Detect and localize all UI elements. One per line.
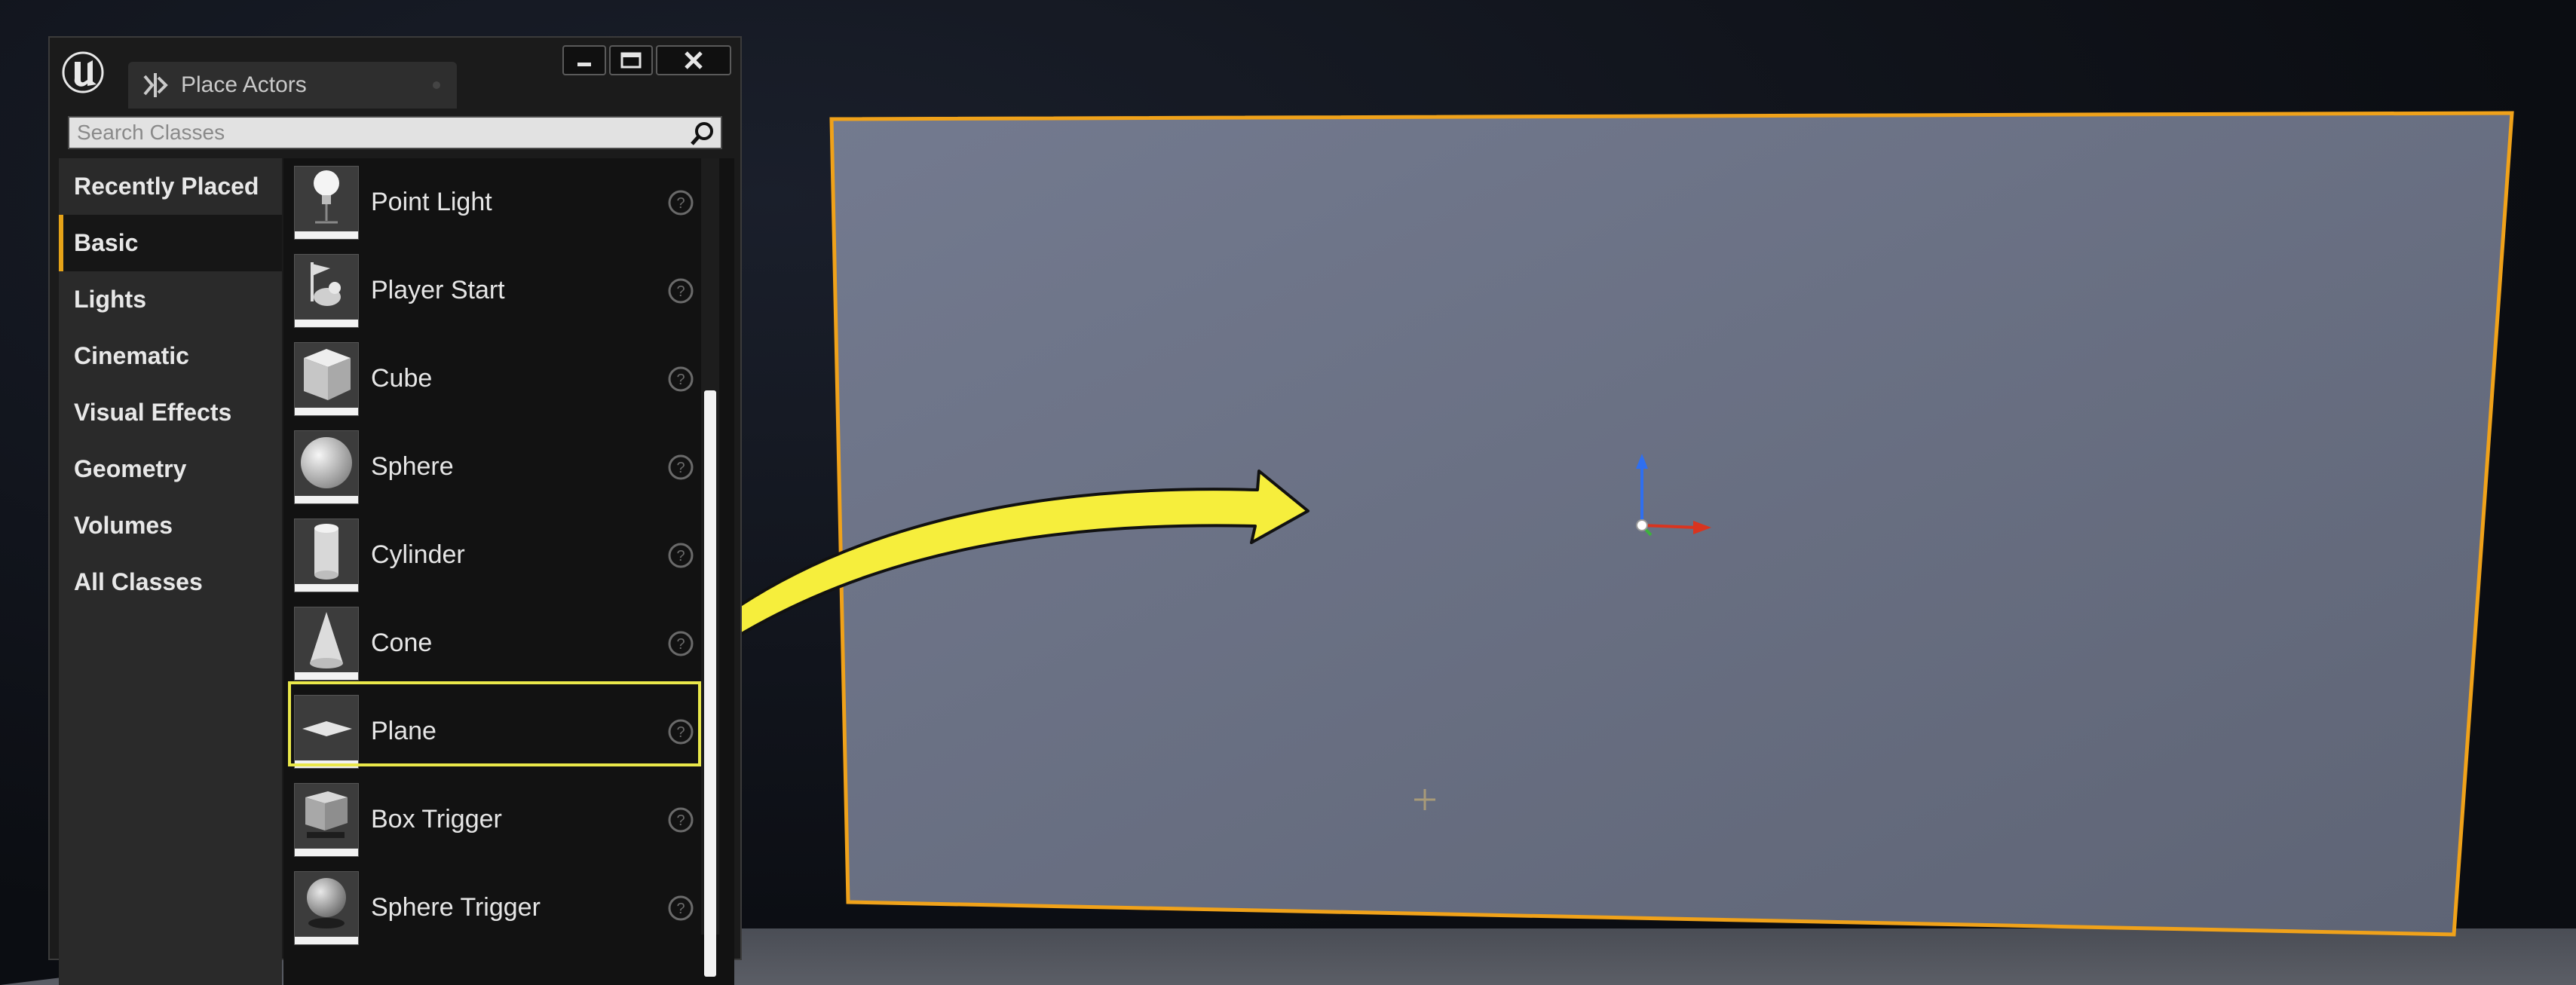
category-cinematic[interactable]: Cinematic <box>59 328 282 384</box>
category-geometry[interactable]: Geometry <box>59 441 282 497</box>
close-icon <box>685 51 703 69</box>
svg-text:?: ? <box>676 283 685 300</box>
maximize-button[interactable] <box>609 45 653 75</box>
actor-item-sphere[interactable]: Sphere ? <box>294 423 704 511</box>
help-icon[interactable]: ? <box>666 717 695 746</box>
actor-item-player-start[interactable]: Player Start ? <box>294 246 704 335</box>
sphere-trigger-icon <box>294 870 359 945</box>
category-label: Volumes <box>74 512 173 539</box>
help-icon[interactable]: ? <box>666 277 695 305</box>
minimize-icon <box>577 63 591 66</box>
cube-icon <box>294 341 359 416</box>
svg-text:?: ? <box>676 548 685 564</box>
actor-item-cylinder[interactable]: Cylinder ? <box>294 511 704 599</box>
close-button[interactable] <box>656 45 731 75</box>
tab-label: Place Actors <box>181 72 307 97</box>
cone-icon <box>294 606 359 681</box>
tab-place-actors[interactable]: Place Actors <box>128 62 457 109</box>
category-label: Basic <box>74 229 139 256</box>
box-trigger-icon <box>294 782 359 857</box>
category-visual-effects[interactable]: Visual Effects <box>59 384 282 441</box>
actor-label: Plane <box>371 717 436 745</box>
category-basic[interactable]: Basic <box>59 215 282 271</box>
svg-text:?: ? <box>676 636 685 653</box>
actor-label: Sphere Trigger <box>371 893 541 922</box>
window-controls <box>562 45 731 75</box>
category-all-classes[interactable]: All Classes <box>59 554 282 610</box>
sphere-icon <box>294 430 359 504</box>
maximize-icon <box>620 52 642 69</box>
point-light-icon <box>294 165 359 240</box>
category-recently-placed[interactable]: Recently Placed <box>59 158 282 215</box>
category-label: Lights <box>74 286 146 313</box>
actor-label: Sphere <box>371 452 454 481</box>
help-icon[interactable]: ? <box>666 629 695 658</box>
help-icon[interactable]: ? <box>666 453 695 482</box>
category-label: Recently Placed <box>74 173 259 200</box>
help-icon[interactable]: ? <box>666 806 695 834</box>
scrollbar-thumb[interactable] <box>704 390 716 977</box>
actor-label: Box Trigger <box>371 805 502 834</box>
svg-text:?: ? <box>676 372 685 388</box>
category-label: Visual Effects <box>74 399 232 426</box>
actor-item-sphere-trigger[interactable]: Sphere Trigger ? <box>294 864 704 952</box>
player-start-icon <box>294 253 359 328</box>
actor-item-plane[interactable]: Plane ? <box>294 687 704 775</box>
place-actors-icon <box>139 69 172 102</box>
minimize-button[interactable] <box>562 45 606 75</box>
unreal-logo-icon <box>59 48 107 96</box>
help-icon[interactable]: ? <box>666 365 695 393</box>
actor-item-box-trigger[interactable]: Box Trigger ? <box>294 775 704 864</box>
actor-list: Point Light ? Player Start ? Cube ? Sphe… <box>283 158 734 985</box>
category-sidebar: Recently Placed Basic Lights Cinematic V… <box>59 158 282 985</box>
actor-item-point-light[interactable]: Point Light ? <box>294 158 704 246</box>
svg-text:?: ? <box>676 901 685 917</box>
help-icon[interactable]: ? <box>666 894 695 922</box>
actor-item-cone[interactable]: Cone ? <box>294 599 704 687</box>
plane-icon <box>294 694 359 769</box>
svg-text:?: ? <box>676 195 685 212</box>
category-lights[interactable]: Lights <box>59 271 282 328</box>
search-box <box>68 116 722 149</box>
category-label: All Classes <box>74 568 203 595</box>
svg-text:?: ? <box>676 460 685 476</box>
actor-item-cube[interactable]: Cube ? <box>294 335 704 423</box>
search-input[interactable] <box>69 118 682 148</box>
category-volumes[interactable]: Volumes <box>59 497 282 554</box>
help-icon[interactable]: ? <box>666 541 695 570</box>
actor-label: Cylinder <box>371 540 465 569</box>
search-icon[interactable] <box>688 119 718 149</box>
category-label: Cinematic <box>74 342 189 369</box>
tab-options-dot[interactable] <box>433 81 440 89</box>
svg-text:?: ? <box>676 724 685 741</box>
actor-label: Cone <box>371 629 433 657</box>
category-label: Geometry <box>74 455 187 482</box>
actor-label: Cube <box>371 364 433 393</box>
place-actors-panel: Place Actors Recently Placed Basic Light… <box>48 36 742 985</box>
help-icon[interactable]: ? <box>666 188 695 217</box>
actor-label: Point Light <box>371 188 492 216</box>
cylinder-icon <box>294 518 359 592</box>
svg-text:?: ? <box>676 812 685 829</box>
actor-label: Player Start <box>371 276 505 304</box>
